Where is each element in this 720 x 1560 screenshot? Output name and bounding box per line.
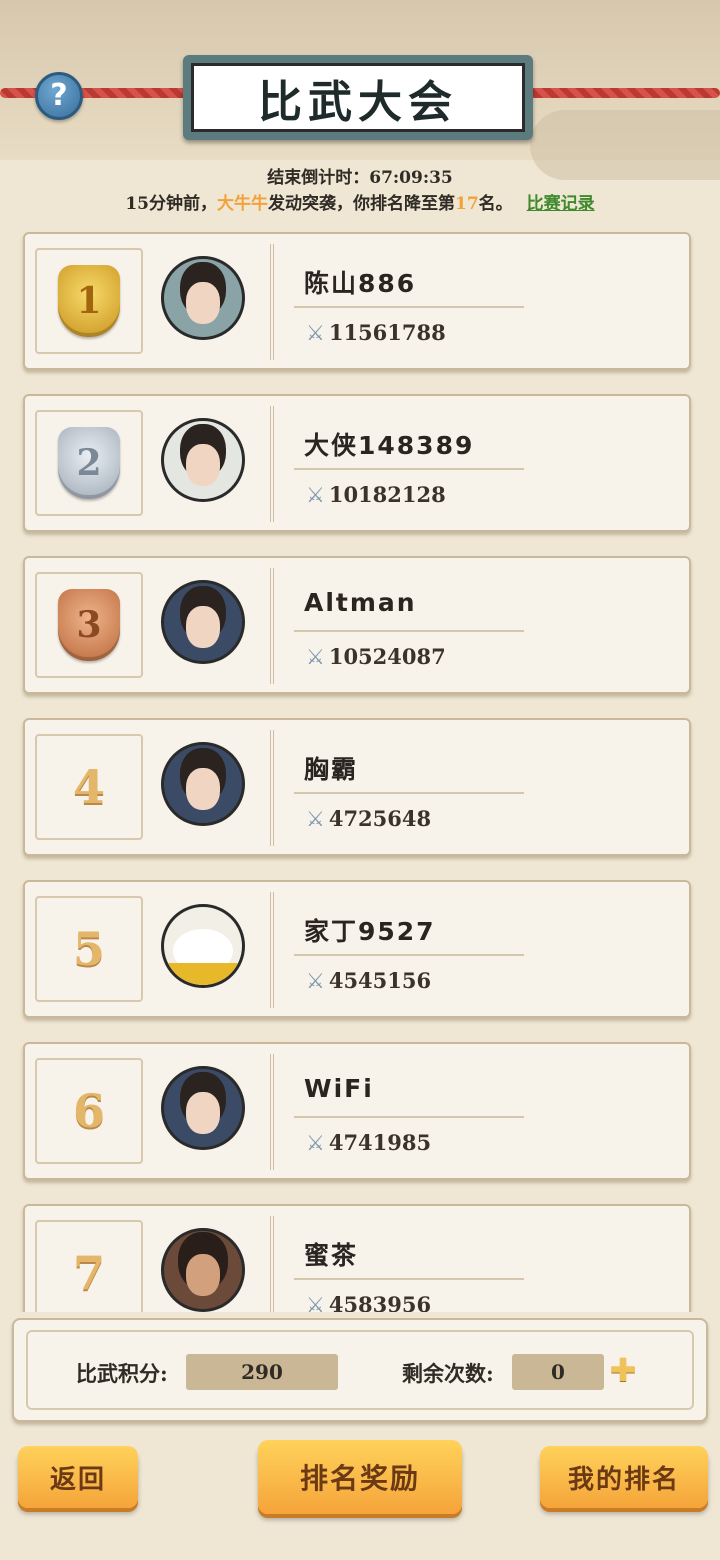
rank-number: 5 [72, 922, 105, 976]
ranking-row: 4 胸霸 ⚔4725648 比武 [23, 718, 691, 856]
player-name: Altman [304, 588, 417, 617]
ranking-row: 2 大侠148389 ⚔10182128 比武 [23, 394, 691, 532]
ranking-row: 6 WiFi ⚔4741985 比武 [23, 1042, 691, 1180]
score-value: 290 [186, 1354, 338, 1390]
rank-reward-button[interactable]: 排名奖励 [258, 1440, 462, 1514]
player-info: 蜜茶 ⚔4583956 比武 [270, 1216, 684, 1312]
remaining-label: 剩余次数: [402, 1361, 494, 1386]
my-rank-button[interactable]: 我的排名 [540, 1446, 708, 1508]
ranking-row: 3 Altman ⚔10524087 比武 [23, 556, 691, 694]
notice-middle: 发动突袭，你排名降至第 [268, 194, 455, 214]
avatar[interactable] [161, 418, 245, 502]
power-value: ⚔ 4741985 [306, 1130, 432, 1155]
power-value: ⚔ 4725648 [306, 806, 432, 831]
power-value: ⚔ 4545156 [306, 968, 432, 993]
rank-cell: 1 [35, 248, 143, 354]
crossed-swords-icon: ⚔ [306, 1131, 325, 1155]
player-info: Altman ⚔10524087 比武 [270, 568, 684, 684]
rank-cell: 4 [35, 734, 143, 840]
player-name: 蜜茶 [304, 1241, 359, 1270]
gold-medal-icon: 1 [58, 265, 120, 337]
crossed-swords-icon: ⚔ [306, 807, 325, 831]
ranking-row: 1 陈山886 ⚔11561788 比武 [23, 232, 691, 370]
player-name: 胸霸 [304, 755, 359, 784]
crossed-swords-icon: ⚔ [306, 645, 325, 669]
remaining-value: 0 [512, 1354, 604, 1390]
player-name: WiFi [304, 1074, 374, 1103]
crossed-swords-icon: ⚔ [306, 483, 325, 507]
score-label: 比武积分: [76, 1361, 168, 1386]
attacker-name: 大牛牛 [217, 194, 268, 214]
notice-suffix: 名。 [478, 194, 513, 214]
title-plate: 比武大会 [183, 55, 533, 140]
ranking-row: 7 蜜茶 ⚔4583956 比武 [23, 1204, 691, 1312]
silver-medal-icon: 2 [58, 427, 120, 499]
avatar[interactable] [161, 742, 245, 826]
player-name: 家丁9527 [304, 917, 436, 946]
back-button[interactable]: 返回 [18, 1446, 138, 1508]
rank-cell: 6 [35, 1058, 143, 1164]
crossed-swords-icon: ⚔ [306, 321, 325, 345]
rank-cell: 2 [35, 410, 143, 516]
avatar[interactable] [161, 1066, 245, 1150]
rank-cell: 5 [35, 896, 143, 1002]
rank-number: 7 [72, 1246, 105, 1300]
player-info: 胸霸 ⚔4725648 比武 [270, 730, 684, 846]
page-title: 比武大会 [191, 63, 525, 132]
power-value: ⚔ 11561788 [306, 320, 446, 345]
power-value: ⚔ 4583956 [306, 1292, 431, 1312]
player-info: 家丁9527 ⚔4545156 比武 [270, 892, 684, 1008]
avatar[interactable] [161, 904, 245, 988]
avatar[interactable] [161, 256, 245, 340]
ranking-list[interactable]: 1 陈山886 ⚔11561788 比武 2 大侠148389 ⚔1018212… [0, 232, 720, 1312]
rank-number: 4 [72, 760, 105, 814]
rank-cell: 7 [35, 1220, 143, 1312]
power-value: ⚔ 10524087 [306, 644, 446, 669]
player-info: 陈山886 ⚔11561788 比武 [270, 244, 684, 360]
countdown-timer: 结束倒计时：67:09:35 [267, 168, 453, 188]
player-name: 大侠148389 [304, 431, 475, 460]
player-info: WiFi ⚔4741985 比武 [270, 1054, 684, 1170]
ranking-row: 5 家丁9527 ⚔4545156 比武 [23, 880, 691, 1018]
current-rank: 17 [455, 194, 479, 214]
plus-icon[interactable]: ✚ [608, 1354, 638, 1386]
rank-cell: 3 [35, 572, 143, 678]
player-name: 陈山886 [304, 269, 417, 298]
avatar[interactable] [161, 1228, 245, 1312]
match-record-link[interactable]: 比赛记录 [527, 194, 595, 214]
crossed-swords-icon: ⚔ [306, 1293, 325, 1312]
rank-number: 6 [72, 1084, 105, 1138]
crossed-swords-icon: ⚔ [306, 969, 325, 993]
bronze-medal-icon: 3 [58, 589, 120, 661]
attack-notice: 15分钟前，大牛牛发动突袭，你排名降至第17名。 比赛记录 [0, 189, 720, 214]
stats-panel: 比武积分: 290 剩余次数: 0 ✚ [12, 1318, 708, 1422]
player-info: 大侠148389 ⚔10182128 比武 [270, 406, 684, 522]
avatar[interactable] [161, 580, 245, 664]
power-value: ⚔ 10182128 [306, 482, 446, 507]
question-icon[interactable]: ? [35, 72, 83, 120]
notice-prefix: 15分钟前， [125, 194, 217, 214]
